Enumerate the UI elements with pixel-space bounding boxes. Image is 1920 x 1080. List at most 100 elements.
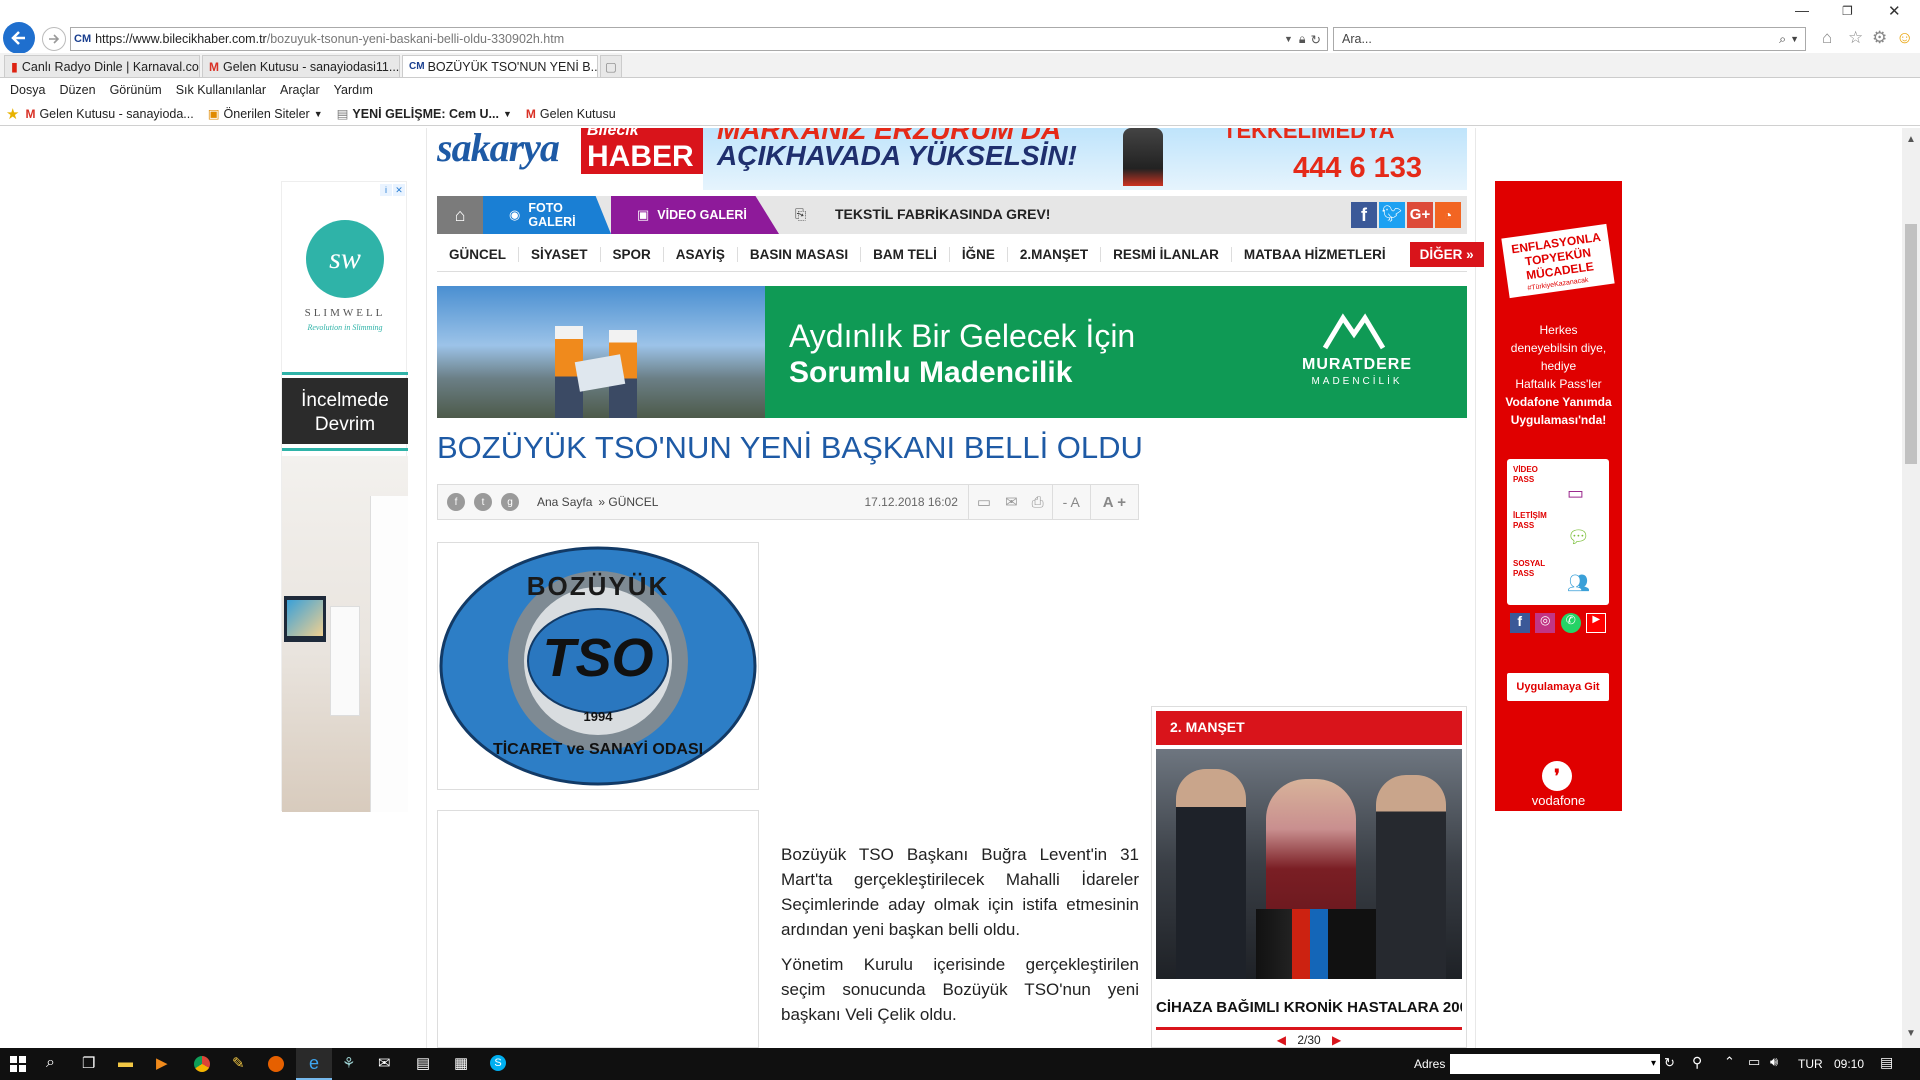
back-button[interactable]	[3, 22, 35, 54]
rss-icon[interactable]: ◔	[1435, 202, 1461, 228]
nav-2-manset[interactable]: 2.MANŞET	[1008, 247, 1102, 262]
madencilik-banner[interactable]: Aydınlık Bir Gelecek İçin Sorumlu Madenc…	[437, 286, 1467, 418]
nav-more-button[interactable]: DİĞER »	[1409, 242, 1484, 267]
nav-spor[interactable]: SPOR	[601, 247, 664, 262]
nav-bam-teli[interactable]: BAM TELİ	[861, 247, 950, 262]
video-galeri-tab[interactable]: ▣ VİDEO GALERİ	[611, 196, 779, 234]
close-window-button[interactable]: ✕	[1888, 2, 1901, 20]
ad-cta-button[interactable]: Uygulamaya Git	[1507, 673, 1609, 701]
fav-news[interactable]: ▤ YENİ GELİŞME: Cem U... ▼	[337, 106, 512, 122]
print-icon[interactable]: ⎙	[1032, 494, 1044, 511]
font-increase-button[interactable]: A +	[1103, 494, 1126, 511]
restore-button[interactable]: ❐	[1842, 4, 1853, 18]
ad-info-icon[interactable]: i	[380, 184, 392, 196]
store-icon[interactable]: ▤	[416, 1054, 430, 1072]
menu-gorunum[interactable]: Görünüm	[110, 83, 162, 97]
home-icon[interactable]: ⌂	[1822, 28, 1832, 48]
search-box[interactable]: Ara... ⌕ ▼	[1333, 27, 1806, 51]
network-app-icon[interactable]: ⚘	[342, 1054, 355, 1072]
foto-galeri-tab[interactable]: ◉ FOTO GALERİ	[483, 196, 611, 234]
breadcrumb-category[interactable]: » GÜNCEL	[598, 495, 658, 509]
go-icon[interactable]: ↻	[1664, 1055, 1675, 1071]
address-bar[interactable]: CM https://www.bilecikhaber.com.tr/bozuy…	[70, 27, 1328, 51]
fav-suggested-sites[interactable]: ▣ Önerilen Siteler ▼	[208, 106, 323, 122]
google-share-icon[interactable]: g	[501, 493, 519, 511]
firefox-icon[interactable]	[268, 1056, 284, 1072]
favorites-add-icon[interactable]: ★	[6, 105, 19, 123]
tab-bilecikhaber[interactable]: CM BOZÜYÜK TSO'NUN YENİ B... ✕	[402, 55, 598, 77]
next-arrow-icon[interactable]: ▶	[1332, 1033, 1341, 1047]
nav-basin-masasi[interactable]: BASIN MASASI	[738, 247, 862, 262]
start-button[interactable]	[10, 1056, 26, 1072]
internet-explorer-icon[interactable]: e	[296, 1048, 332, 1080]
menu-duzen[interactable]: Düzen	[59, 83, 95, 97]
mail-icon[interactable]: ✉	[378, 1054, 391, 1072]
dropdown-icon[interactable]: ▼	[1284, 34, 1293, 44]
forward-button[interactable]	[42, 27, 66, 51]
task-view-icon[interactable]: ❐	[82, 1054, 95, 1072]
search-icon[interactable]: ⌕	[1779, 32, 1786, 47]
address-toolbar-input[interactable]: ▾	[1450, 1054, 1660, 1074]
twitter-icon[interactable]: 🐦︎	[1379, 202, 1405, 228]
prev-arrow-icon[interactable]: ◀	[1277, 1033, 1286, 1047]
tray-expand-icon[interactable]: ⌃	[1724, 1054, 1735, 1070]
minimize-button[interactable]: —	[1795, 2, 1809, 18]
breaking-news-ticker[interactable]: TEKSTİL FABRİKASINDA GREV!	[835, 206, 1050, 222]
ad-close-icon[interactable]: ✕	[393, 184, 405, 196]
site-logo[interactable]: sakarya Bilecik HABER	[437, 128, 703, 176]
nav-resmi-ilanlar[interactable]: RESMİ İLANLAR	[1101, 247, 1232, 262]
facebook-share-icon[interactable]: f	[447, 493, 465, 511]
nav-asayis[interactable]: ASAYİŞ	[664, 247, 738, 262]
language-indicator[interactable]: TUR	[1798, 1057, 1823, 1071]
mail-icon[interactable]: ✉	[1005, 493, 1018, 511]
left-ad[interactable]: i ✕ sw SLIMWELL Revolution in Slimming İ…	[281, 181, 408, 812]
clock[interactable]: 09:10	[1834, 1057, 1864, 1071]
manset-photo[interactable]	[1156, 749, 1462, 979]
top-banner-ad[interactable]: MARKANIZ ERZURUM'DA AÇIKHAVADA YÜKSELSİN…	[703, 128, 1467, 190]
fav-gmail-inbox[interactable]: M Gelen Kutusu - sanayioda...	[25, 107, 193, 121]
vertical-scrollbar[interactable]: ▲ ▼	[1902, 128, 1920, 1048]
chrome-icon[interactable]	[194, 1056, 210, 1072]
photo-person	[1376, 775, 1446, 979]
notifications-icon[interactable]: ▤	[1880, 1054, 1893, 1071]
google-plus-icon[interactable]: G+	[1407, 202, 1433, 228]
network-icon[interactable]: ▭	[1748, 1054, 1760, 1070]
menu-araclar[interactable]: Araçlar	[280, 83, 320, 97]
file-explorer-icon[interactable]: ▬	[118, 1054, 133, 1071]
home-button[interactable]: ⌂	[437, 196, 483, 234]
settings-gear-icon[interactable]: ⚙	[1872, 28, 1887, 48]
people-icon[interactable]: ⚲	[1692, 1054, 1702, 1071]
font-decrease-button[interactable]: - A	[1063, 494, 1080, 510]
manset-headline[interactable]: CİHAZA BAĞIMLI KRONİK HASTALARA 200	[1156, 999, 1462, 1016]
new-tab-button[interactable]: ▢	[600, 55, 622, 77]
nav-siyaset[interactable]: SİYASET	[519, 247, 601, 262]
notes-app-icon[interactable]: ✎	[232, 1054, 245, 1072]
nav-igne[interactable]: İĞNE	[950, 247, 1008, 262]
tab-karnaval[interactable]: ▮ Canlı Radyo Dinle | Karnaval.co...	[4, 55, 200, 77]
menu-dosya[interactable]: Dosya	[10, 83, 45, 97]
media-player-icon[interactable]: ▶	[156, 1054, 168, 1072]
lock-icon[interactable]: 🔒︎	[1299, 32, 1306, 47]
scroll-up-icon[interactable]: ▲	[1906, 134, 1916, 145]
scroll-thumb[interactable]	[1905, 224, 1917, 464]
facebook-icon[interactable]: f	[1351, 202, 1377, 228]
fav-gmail-inbox-2[interactable]: M Gelen Kutusu	[526, 107, 616, 121]
nav-matbaa[interactable]: MATBAA HİZMETLERİ	[1232, 247, 1398, 262]
nav-guncel[interactable]: GÜNCEL	[437, 247, 519, 262]
twitter-share-icon[interactable]: t	[474, 493, 492, 511]
favorites-star-icon[interactable]: ☆	[1848, 28, 1863, 48]
volume-icon[interactable]: 🔊︎	[1770, 1054, 1778, 1070]
scroll-down-icon[interactable]: ▼	[1906, 1028, 1916, 1039]
right-ad[interactable]: ENFLASYONLA TOPYEKÜN MÜCADELE #TürkiyeKa…	[1495, 181, 1622, 811]
calculator-icon[interactable]: ▦	[454, 1054, 468, 1072]
search-icon[interactable]: ⌕	[46, 1054, 55, 1072]
search-dropdown-icon[interactable]: ▼	[1790, 34, 1799, 44]
menu-favorites[interactable]: Sık Kullanılanlar	[176, 83, 266, 97]
refresh-icon[interactable]: ↻	[1311, 32, 1321, 47]
tab-gmail[interactable]: M Gelen Kutusu - sanayiodasi11...	[202, 55, 400, 77]
skype-icon[interactable]: S	[490, 1055, 506, 1071]
breadcrumb-home[interactable]: Ana Sayfa	[537, 495, 592, 509]
comment-icon[interactable]: ▭	[977, 493, 991, 511]
smiley-icon[interactable]: ☺	[1896, 28, 1913, 48]
menu-yardim[interactable]: Yardım	[334, 83, 373, 97]
